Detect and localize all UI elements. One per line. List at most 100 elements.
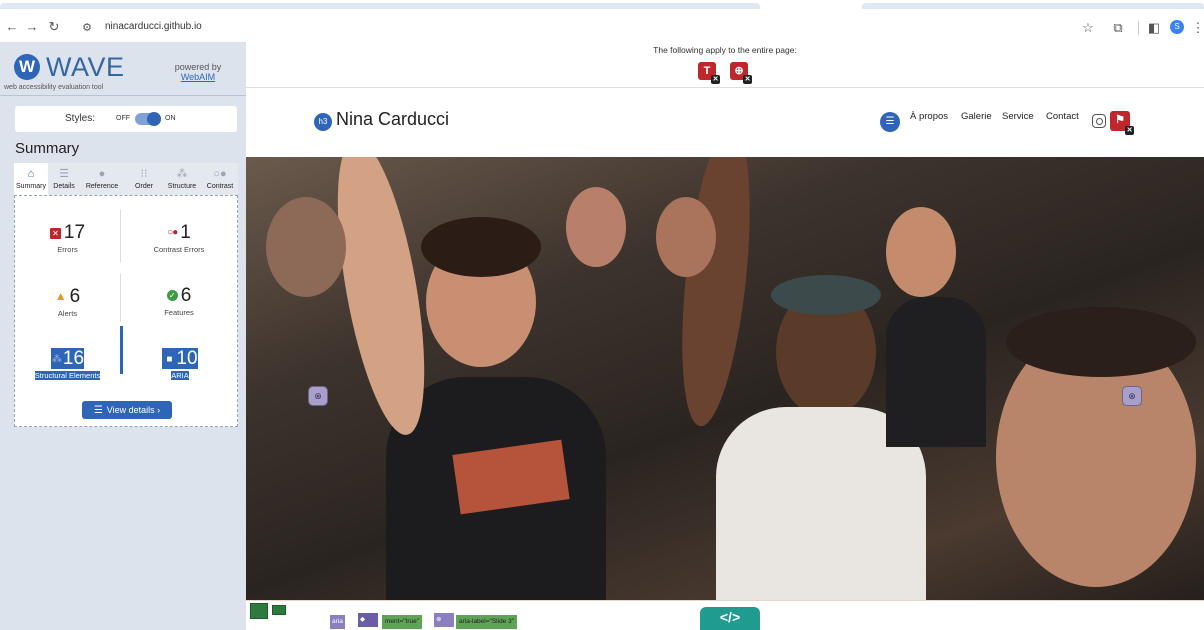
info-icon: ● [98, 168, 106, 180]
site-title[interactable]: Nina Carducci [336, 109, 449, 130]
notice-text: The following apply to the entire page: [653, 45, 797, 55]
wave-sidebar: W WAVE web accessibility evaluation tool… [0, 42, 246, 630]
powered-by-text: powered by [174, 62, 222, 72]
aria-count: 10 [176, 348, 198, 369]
tab-label: Contrast [206, 183, 234, 190]
view-details-button[interactable]: ☰ View details › [82, 401, 172, 419]
errors-count: 17 [63, 222, 86, 243]
tab-label: Structure [167, 183, 197, 190]
browser-chrome: ← → ↻ ⚙ ninacarducci.github.io ☆ ⧉ ◧ ⋮ S [0, 0, 1204, 42]
site-header: h3 Nina Carducci ☰ À propos Galerie Serv… [246, 89, 1204, 157]
back-arrow-icon[interactable]: ← [4, 19, 20, 35]
tab-label: Order [135, 183, 153, 190]
instagram-icon[interactable] [1092, 114, 1106, 128]
close-icon: ✕ [1125, 126, 1134, 135]
order-icon: ⁝⁝ [140, 168, 148, 180]
contrast-errors-label: Contrast Errors [153, 245, 205, 254]
powered-by: powered by WebAIM [170, 62, 226, 82]
tab-label: Reference [85, 183, 119, 190]
tab-structure[interactable]: ⁂ Structure [162, 163, 202, 195]
aria-icon[interactable]: ⊗ [434, 613, 454, 627]
structural-label: Structural Elements [34, 371, 101, 380]
face-shape [886, 207, 956, 297]
contrast-errors-stat[interactable]: ○● 1 Contrast Errors [121, 222, 237, 256]
image-feature-icon[interactable] [250, 603, 268, 619]
styles-toggle-box: Styles: OFF ON [15, 106, 237, 132]
cap-shape [771, 275, 881, 315]
aria-icon[interactable]: aria [330, 615, 345, 629]
url-text[interactable]: ninacarducci.github.io [105, 21, 202, 32]
alerts-stat[interactable]: ▲ 6 Alerts [15, 285, 120, 320]
errors-stat[interactable]: ✕ 17 Errors [15, 222, 120, 256]
image-feature-icon[interactable] [272, 605, 286, 615]
summary-panel: ✕ 17 Errors ○● 1 Contrast Errors ▲ 6 Alerts… [14, 195, 238, 427]
wave-subtitle: web accessibility evaluation tool [4, 84, 104, 91]
code-icon[interactable]: </> [700, 607, 760, 630]
features-stat[interactable]: ✓ 6 Features [121, 285, 237, 319]
url-bar: ← → ↻ ⚙ ninacarducci.github.io ☆ ⧉ ◧ ⋮ [0, 16, 1204, 40]
features-label: Features [164, 308, 194, 317]
alert-icon: ▲ [54, 289, 67, 303]
tab-strip [0, 0, 1204, 9]
footer-annotations: aria ◆ ment="true" ⊗ aria-label="Slide 3… [246, 600, 1204, 630]
divider [0, 95, 246, 96]
extensions-icon[interactable]: ⧉ [1110, 20, 1126, 36]
close-icon: ✕ [743, 75, 752, 84]
tab-contrast[interactable]: ○● Contrast [202, 163, 238, 195]
page-title-error-icon[interactable]: T ✕ [698, 62, 720, 84]
errors-label: Errors [57, 245, 78, 254]
alerts-count: 6 [69, 286, 81, 307]
site-settings-icon[interactable]: ⚙ [79, 20, 95, 36]
contrast-errors-count: 1 [180, 222, 191, 243]
tab-reference[interactable]: ● Reference [80, 163, 124, 195]
structure-icon: ⁂ [176, 168, 188, 180]
address-bar[interactable]: ⚙ ninacarducci.github.io [79, 16, 1069, 40]
reload-icon[interactable]: ↻ [46, 19, 62, 35]
profile-avatar[interactable]: S [1170, 20, 1184, 34]
face-shape [566, 187, 626, 267]
nav-link-galerie[interactable]: Galerie [961, 111, 992, 122]
link-error-icon[interactable]: ⚑ ✕ [1110, 111, 1134, 135]
wave-logo-icon: W [14, 54, 40, 80]
h3-heading-icon[interactable]: h3 [314, 113, 332, 131]
error-glyph: T [703, 65, 711, 77]
list-structure-icon[interactable]: ☰ [880, 112, 900, 132]
list-icon: ☰ [93, 405, 103, 416]
hero-image-crowd: ⊗ ⊗ [246, 157, 1204, 600]
styles-toggle[interactable] [135, 112, 161, 126]
styles-off-label: OFF [116, 115, 130, 122]
tab-label: Summary [16, 183, 46, 190]
face-shape [266, 197, 346, 297]
aria-stat[interactable]: ■ 10 ARIA [123, 348, 237, 382]
hair-shape [1006, 307, 1196, 377]
region-icon[interactable]: ⊗ [308, 386, 328, 406]
browser-tab-2[interactable] [862, 3, 1204, 9]
region-icon[interactable]: ⊗ [1122, 386, 1142, 406]
tab-details[interactable]: ☰ Details [49, 163, 79, 195]
browser-tab[interactable] [0, 3, 760, 9]
page-wide-notice: The following apply to the entire page: … [246, 42, 1204, 88]
forward-arrow-icon[interactable]: → [24, 19, 40, 35]
side-panel-icon[interactable]: ◧ [1146, 20, 1162, 36]
nav-link-contact[interactable]: Contact [1046, 111, 1079, 122]
nav-link-apropos[interactable]: À propos [910, 111, 948, 122]
star-icon[interactable]: ☆ [1080, 20, 1096, 36]
aria-icon: ■ [162, 352, 177, 368]
tag-icon[interactable]: ◆ [358, 613, 378, 627]
webaim-link[interactable]: WebAIM [170, 72, 226, 82]
aria-attribute-tag: ment="true" [382, 615, 423, 629]
toggle-knob [147, 112, 161, 126]
menu-icon[interactable]: ⋮ [1190, 20, 1204, 36]
error-icon: ✕ [49, 228, 61, 239]
nav-link-service[interactable]: Service [1002, 111, 1034, 122]
styles-on-label: ON [165, 115, 176, 122]
tab-order[interactable]: ⁝⁝ Order [126, 163, 162, 195]
structural-count: 16 [62, 348, 85, 369]
home-icon: ⌂ [27, 168, 35, 180]
tab-summary[interactable]: ⌂ Summary [14, 163, 48, 195]
tab-label: Details [53, 183, 75, 190]
aria-label: ARIA [171, 371, 189, 380]
alerts-label: Alerts [57, 309, 78, 318]
language-error-icon[interactable]: ⊕ ✕ [730, 62, 752, 84]
structural-elements-stat[interactable]: ⁂16 Structural Elements [15, 348, 120, 382]
